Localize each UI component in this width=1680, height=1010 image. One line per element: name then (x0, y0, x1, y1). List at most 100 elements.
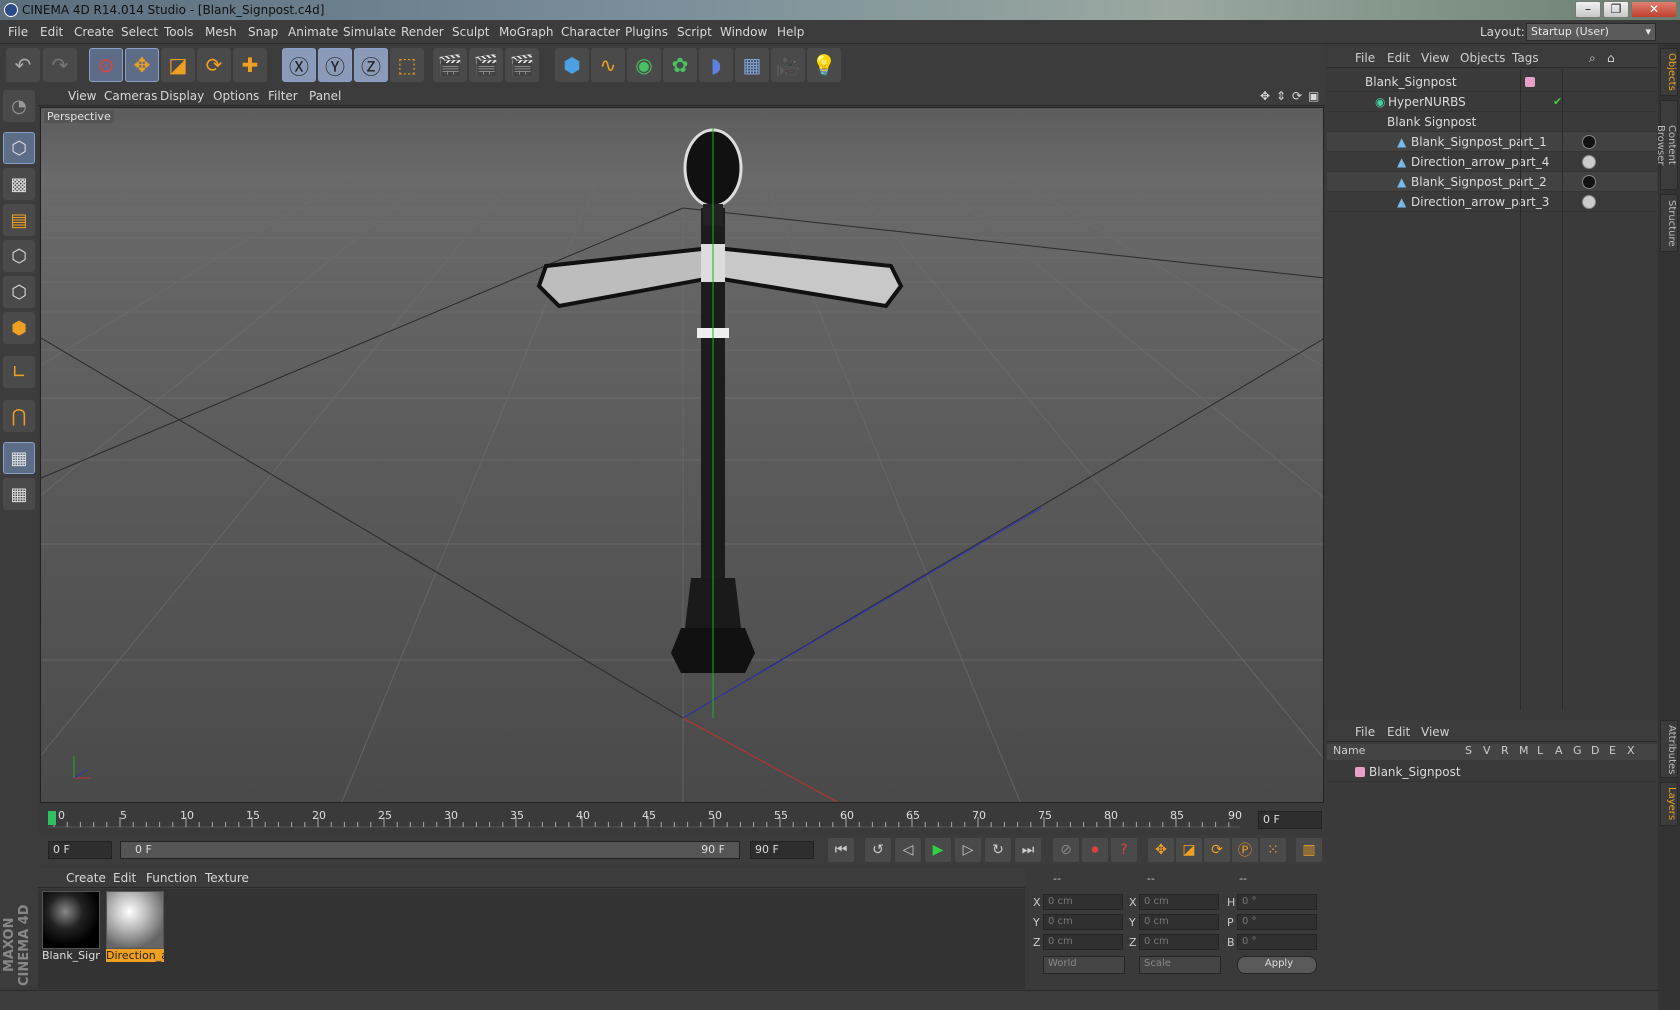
rotate-tool-button[interactable]: ⟳ (197, 48, 231, 82)
go-to-end-button[interactable]: ⏭ (1015, 838, 1041, 862)
recent-tool-button[interactable]: ✚ (233, 48, 267, 82)
object-row[interactable]: Blank Signpost (1327, 112, 1657, 132)
snap-magnet-button[interactable]: ⋂ (3, 400, 35, 432)
layout-select[interactable]: Startup (User) ▾ (1526, 23, 1656, 41)
key-point-level-button[interactable]: ⁙ (1260, 838, 1286, 862)
tab-structure[interactable]: Structure (1660, 194, 1678, 252)
redo-button[interactable]: ↷ (43, 48, 77, 82)
size-y-field[interactable]: 0 cm (1139, 914, 1219, 930)
z-axis-lock-button[interactable]: Ⓩ (354, 48, 388, 82)
workplane-lock-button[interactable]: ▦ (3, 442, 35, 474)
scale-tool-button[interactable]: ◪ (161, 48, 195, 82)
model-mode-button[interactable]: ⬡ (3, 132, 35, 164)
autokey-button[interactable]: ⏺ (1082, 838, 1108, 862)
menu-plugins[interactable]: Plugins (625, 25, 668, 39)
home-icon[interactable]: ⌂ (1607, 51, 1615, 65)
position-y-field[interactable]: 0 cm (1043, 914, 1123, 930)
axis-mode-button[interactable]: ∟ (3, 356, 35, 388)
spline-button[interactable]: ∿ (591, 48, 625, 82)
signpost-model[interactable] (536, 128, 904, 673)
viewport-zoom-icon[interactable]: ⇕ (1276, 89, 1286, 103)
viewport-menu-panel[interactable]: Panel (309, 89, 341, 103)
camera-button[interactable]: 🎥 (771, 48, 805, 82)
material-menu-create[interactable]: Create (66, 871, 106, 885)
size-z-field[interactable]: 0 cm (1139, 934, 1219, 950)
objects-menu-objects[interactable]: Objects (1460, 51, 1505, 65)
position-z-field[interactable]: 0 cm (1043, 934, 1123, 950)
live-selection-button[interactable]: ⊙ (89, 48, 123, 82)
menu-sculpt[interactable]: Sculpt (452, 25, 489, 39)
go-to-start-button[interactable]: ⏮ (828, 838, 854, 862)
coordinate-space-select[interactable]: World (1043, 956, 1125, 974)
layers-menu-file[interactable]: File (1355, 725, 1375, 739)
material-swatch[interactable]: Direction_a (106, 891, 164, 963)
end-frame-field[interactable]: 90 F (750, 841, 814, 859)
render-picture-viewer-button[interactable]: 🎬 (469, 48, 503, 82)
viewport-menu-filter[interactable]: Filter (268, 89, 298, 103)
deformer-button[interactable]: ◗ (699, 48, 733, 82)
coordinate-system-button[interactable]: ⬚ (390, 48, 424, 82)
menu-render[interactable]: Render (401, 25, 444, 39)
objects-menu-file[interactable]: File (1355, 51, 1375, 65)
viewport-rotate-icon[interactable]: ⟳ (1292, 89, 1302, 103)
timeline-window-button[interactable]: ▥ (1296, 838, 1322, 862)
start-frame-field[interactable]: 0 F (48, 841, 112, 859)
y-axis-lock-button[interactable]: Ⓨ (318, 48, 352, 82)
minimize-button[interactable]: – (1575, 1, 1601, 18)
edges-mode-button[interactable]: ⬡ (3, 276, 35, 308)
key-position-button[interactable]: ✥ (1148, 838, 1174, 862)
tab-objects[interactable]: Objects (1660, 48, 1678, 96)
objects-menu-tags[interactable]: Tags (1512, 51, 1539, 65)
timeline-ruler[interactable]: 0 5 10 15 20 25 30 35 40 45 50 55 60 65 … (48, 807, 1242, 831)
keyframe-selection-button[interactable]: ? (1111, 838, 1137, 862)
perspective-viewport[interactable]: Perspective (40, 107, 1324, 803)
key-parameter-button[interactable]: Ⓟ (1232, 838, 1258, 862)
light-button[interactable]: 💡 (807, 48, 841, 82)
x-axis-lock-button[interactable]: Ⓧ (282, 48, 316, 82)
menu-help[interactable]: Help (777, 25, 804, 39)
array-button[interactable]: ✿ (663, 48, 697, 82)
rotation-p-field[interactable]: 0 ° (1237, 914, 1317, 930)
material-swatch[interactable]: Blank_Sign (42, 891, 100, 963)
material-menu-function[interactable]: Function (146, 871, 197, 885)
menu-file[interactable]: File (8, 25, 28, 39)
layers-menu-edit[interactable]: Edit (1387, 725, 1410, 739)
layers-menu-view[interactable]: View (1421, 725, 1449, 739)
object-row[interactable]: ▲ Blank_Signpost_part_1 (1327, 132, 1657, 152)
menu-simulate[interactable]: Simulate (343, 25, 396, 39)
move-tool-button[interactable]: ✥ (125, 48, 159, 82)
polygons-mode-button[interactable]: ⬢ (3, 312, 35, 344)
menu-select[interactable]: Select (121, 25, 158, 39)
menu-script[interactable]: Script (677, 25, 712, 39)
playhead[interactable] (48, 811, 56, 825)
previous-frame-button[interactable]: ◁ (895, 838, 921, 862)
maximize-button[interactable]: ❐ (1603, 1, 1629, 18)
material-tag-icon[interactable] (1582, 155, 1596, 169)
objects-menu-edit[interactable]: Edit (1387, 51, 1410, 65)
material-tag-icon[interactable] (1582, 175, 1596, 189)
next-frame-button[interactable]: ▷ (955, 838, 981, 862)
menu-mesh[interactable]: Mesh (205, 25, 237, 39)
material-menu-texture[interactable]: Texture (205, 871, 249, 885)
size-mode-select[interactable]: Scale (1139, 956, 1221, 974)
object-row[interactable]: ▲ Direction_arrow_part_3 (1327, 192, 1657, 212)
record-keys-button[interactable]: ⊘ (1053, 838, 1079, 862)
menu-window[interactable]: Window (720, 25, 767, 39)
menu-animate[interactable]: Animate (288, 25, 338, 39)
menu-edit[interactable]: Edit (40, 25, 63, 39)
material-tag-icon[interactable] (1582, 135, 1596, 149)
undo-button[interactable]: ↶ (6, 48, 40, 82)
size-x-field[interactable]: 0 cm (1139, 894, 1219, 910)
layer-color-swatch[interactable] (1355, 767, 1365, 777)
nurbs-button[interactable]: ◉ (627, 48, 661, 82)
menu-snap[interactable]: Snap (248, 25, 278, 39)
layer-row[interactable]: Blank_Signpost (1327, 762, 1657, 782)
material-tag-icon[interactable] (1582, 195, 1596, 209)
play-button[interactable]: ▶ (925, 838, 951, 862)
render-view-button[interactable]: 🎬 (433, 48, 467, 82)
viewport-toggle-icon[interactable]: ▣ (1308, 89, 1319, 103)
key-scale-button[interactable]: ◪ (1176, 838, 1202, 862)
points-mode-button[interactable]: ⬡ (3, 240, 35, 272)
viewport-menu-cameras[interactable]: Cameras (104, 89, 157, 103)
check-icon[interactable]: ✔ (1553, 95, 1562, 108)
